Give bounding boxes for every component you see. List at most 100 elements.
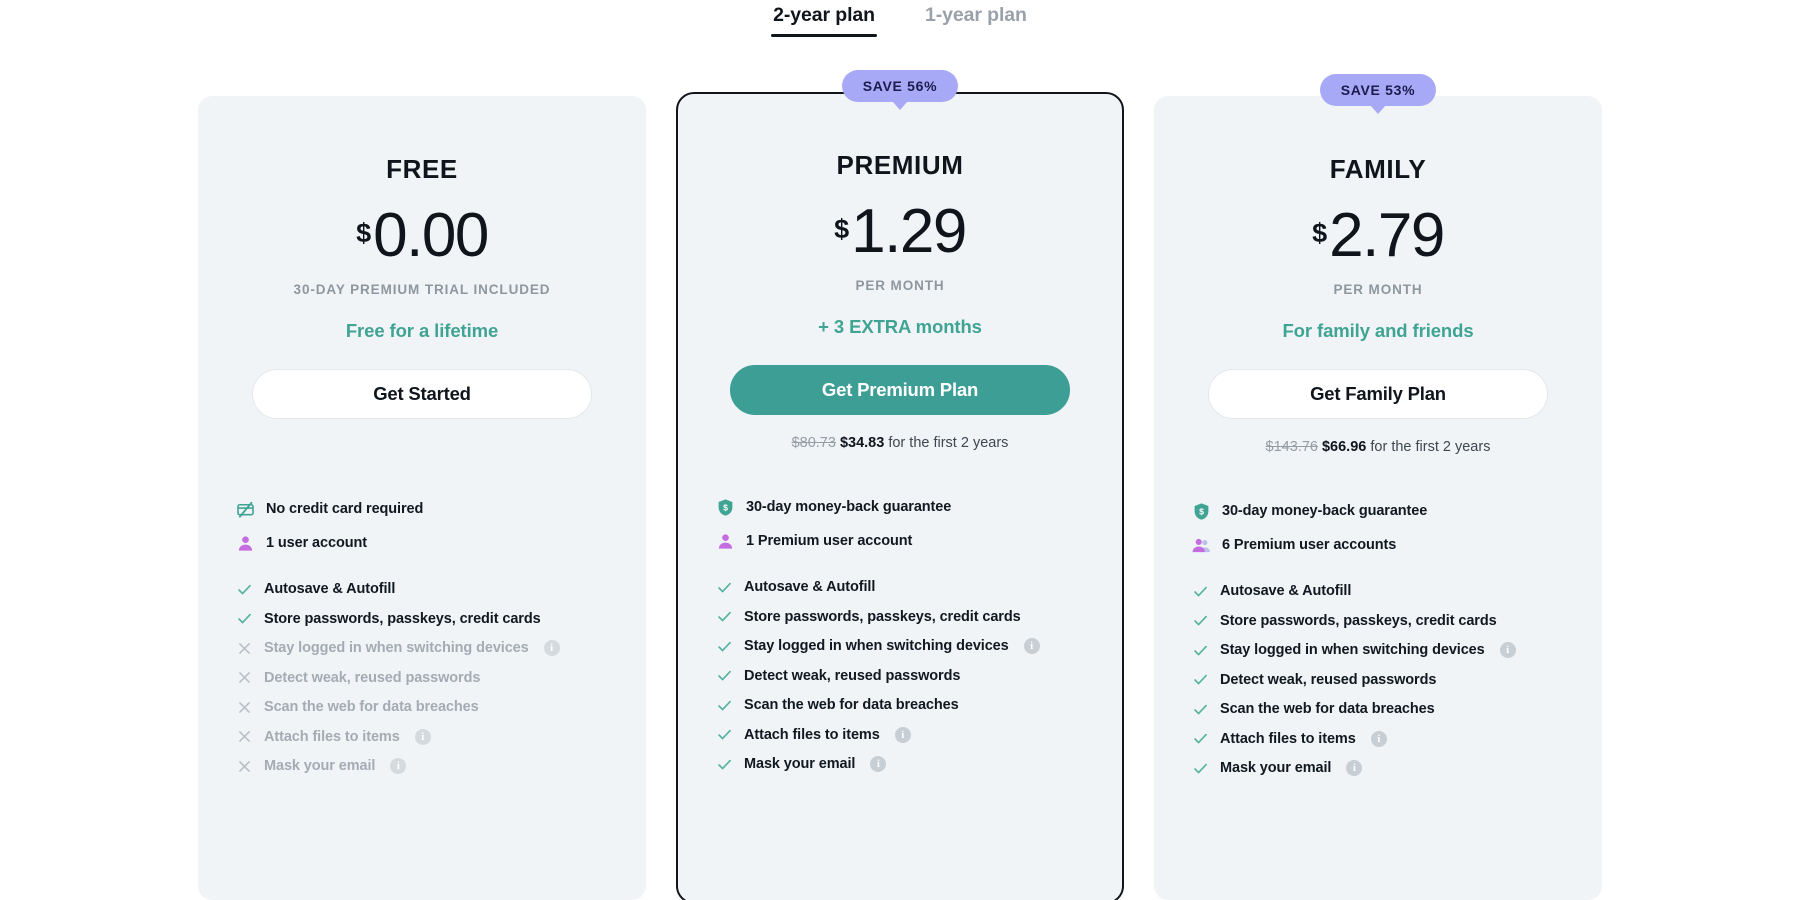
tab-two-year-plan[interactable]: 2-year plan [771, 2, 877, 37]
feature-item: Detect weak, reused passwords [1192, 671, 1574, 688]
original-price: $80.73 [791, 434, 836, 451]
cross-icon [239, 760, 250, 772]
plan-name-free: FREE [386, 154, 458, 184]
feature-item: Store passwords, passkeys, credit cards [236, 610, 618, 627]
feature-label: Store passwords, passkeys, credit cards [1220, 612, 1497, 629]
plan-tagline-family: For family and friends [1282, 319, 1474, 341]
price-amount: 1.29 [851, 197, 967, 266]
cross-icon [239, 642, 250, 654]
price-period-free: 30-DAY PREMIUM TRIAL INCLUDED [293, 281, 551, 297]
info-icon[interactable]: i [894, 726, 911, 743]
cross-icon [239, 701, 250, 713]
price-premium: $1.29 [706, 197, 1094, 266]
feature-label: Attach files to items [1220, 730, 1356, 747]
plan-name-family: FAMILY [1329, 154, 1427, 184]
check-icon [718, 671, 731, 681]
highlight-label: No credit card required [266, 501, 424, 518]
check-icon [718, 582, 731, 593]
feature-item: Autosave & Autofill [1192, 583, 1574, 600]
price-free: $0.00 [226, 201, 618, 270]
feature-item: Scan the web for data breaches [1192, 701, 1574, 718]
info-icon[interactable]: i [1370, 730, 1387, 747]
check-icon [1194, 645, 1207, 656]
subprice-term: for the first 2 years [888, 434, 1009, 451]
multi-user-icon [1192, 538, 1211, 552]
info-icon[interactable]: i [390, 758, 407, 775]
feature-item: Stay logged in when switching devices i [716, 638, 1094, 655]
pricing-card-family: SAVE 53% FAMILY $2.79 PER MONTH For family a… [1154, 74, 1602, 900]
feature-item: Mask your email i [236, 758, 618, 775]
subprice-placeholder [226, 419, 618, 453]
single-user-icon [238, 536, 253, 551]
price-amount: 2.79 [1329, 201, 1445, 270]
subprice-term: for the first 2 years [1370, 438, 1491, 455]
feature-label: Scan the web for data breaches [1220, 701, 1435, 718]
info-icon[interactable]: i [543, 640, 560, 657]
check-icon [1194, 586, 1207, 597]
feature-label: Detect weak, reused passwords [264, 669, 481, 686]
feature-list-premium: Autosave & Autofill Store passwords, pass… [706, 579, 1094, 773]
feature-label: Autosave & Autofill [1220, 583, 1352, 600]
highlight-item: No credit card required [236, 500, 618, 519]
feature-item: Mask your email i [1192, 760, 1574, 777]
feature-label: Store passwords, passkeys, credit cards [264, 610, 541, 627]
currency-symbol: $ [834, 214, 850, 244]
cta-button-family[interactable]: Get Family Plan [1208, 368, 1548, 419]
cta-button-premium[interactable]: Get Premium Plan [730, 364, 1070, 415]
feature-item: Scan the web for data breaches [716, 697, 1094, 714]
price-family: $2.79 [1182, 201, 1574, 270]
feature-item: Mask your email i [716, 756, 1094, 773]
currency-symbol: $ [356, 218, 372, 248]
subprice-premium: $80.73 $34.83 for the first 2 years [706, 435, 1094, 451]
info-icon[interactable]: i [1023, 638, 1040, 655]
save-badge-wrap: SAVE 56% [678, 70, 1122, 102]
highlight-item: $30-day money-back guarantee [1192, 502, 1574, 521]
check-icon [238, 614, 251, 624]
info-icon[interactable]: i [1346, 760, 1363, 777]
single-user-icon [718, 534, 733, 549]
plan-tagline-free: Free for a lifetime [345, 319, 499, 341]
price-amount: 0.00 [373, 201, 489, 270]
feature-label: Stay logged in when switching devices [744, 638, 1009, 655]
save-badge-family: SAVE 53% [1319, 74, 1437, 106]
feature-list-family: Autosave & Autofill Store passwords, pass… [1182, 583, 1574, 777]
cross-icon [239, 731, 250, 743]
feature-item: Scan the web for data breaches [236, 699, 618, 716]
svg-text:$: $ [723, 503, 728, 513]
highlight-list-premium: $30-day money-back guarantee 1 Premium us… [706, 498, 1094, 551]
feature-item: Attach files to items i [1192, 730, 1574, 747]
svg-text:$: $ [1199, 507, 1204, 517]
pricing-page: 2-year plan 1-year plan FREE $0.00 30-DAY P… [0, 0, 1800, 900]
price-period-family: PER MONTH [1333, 281, 1423, 297]
feature-label: Mask your email [264, 758, 376, 775]
feature-label: Store passwords, passkeys, credit cards [744, 608, 1021, 625]
feature-item: Stay logged in when switching devices i [1192, 642, 1574, 659]
check-icon [238, 584, 251, 595]
money-back-shield-icon: $ [718, 499, 733, 516]
feature-label: Scan the web for data breaches [744, 697, 959, 714]
billing-period-tabs: 2-year plan 1-year plan [0, 0, 1800, 37]
highlight-list-free: No credit card required 1 user account [226, 500, 618, 553]
no-credit-card-icon [237, 501, 254, 518]
price-period-premium: PER MONTH [855, 277, 945, 293]
info-icon[interactable]: i [414, 728, 431, 745]
check-icon [718, 612, 731, 622]
highlight-item: $30-day money-back guarantee [716, 498, 1094, 517]
highlight-item: 1 Premium user account [716, 532, 1094, 551]
info-icon[interactable]: i [870, 756, 887, 773]
check-icon [718, 730, 731, 740]
feature-label: Scan the web for data breaches [264, 699, 479, 716]
feature-label: Stay logged in when switching devices [264, 640, 529, 657]
feature-label: Detect weak, reused passwords [1220, 671, 1437, 688]
original-price: $143.76 [1265, 438, 1318, 455]
info-icon[interactable]: i [1499, 642, 1516, 659]
pricing-card-free: FREE $0.00 30-DAY PREMIUM TRIAL INCLUDED Fr… [198, 96, 646, 900]
plan-tagline-premium: + 3 EXTRA months [818, 315, 982, 337]
check-icon [718, 641, 731, 652]
feature-list-free: Autosave & Autofill Store passwords, pass… [226, 581, 618, 775]
highlight-label: 1 Premium user account [746, 533, 913, 550]
cta-button-free[interactable]: Get Started [252, 368, 592, 419]
currency-symbol: $ [1312, 218, 1328, 248]
check-icon [1194, 734, 1207, 744]
tab-one-year-plan[interactable]: 1-year plan [923, 2, 1029, 37]
